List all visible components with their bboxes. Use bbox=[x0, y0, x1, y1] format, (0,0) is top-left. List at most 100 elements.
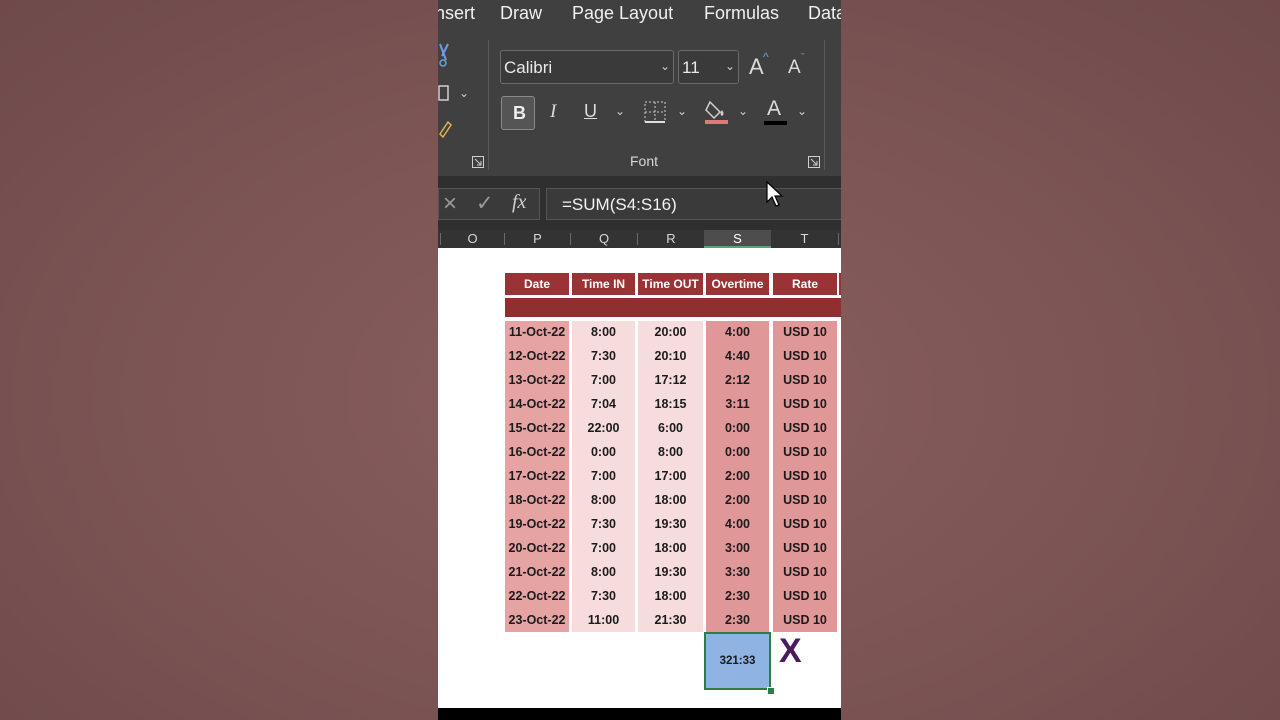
cell-rate[interactable]: USD 10 bbox=[773, 320, 837, 344]
cell-time-out[interactable]: 6:00 bbox=[638, 416, 703, 440]
cell-date[interactable]: 14-Oct-22 bbox=[505, 392, 569, 416]
cell-rate[interactable]: USD 10 bbox=[773, 392, 837, 416]
tab-draw[interactable]: Draw bbox=[500, 3, 542, 24]
cell-rate[interactable]: USD 10 bbox=[773, 608, 837, 632]
column-header-s[interactable]: S bbox=[704, 230, 771, 248]
formula-input[interactable]: =SUM(S4:S16) bbox=[546, 188, 841, 220]
cell-overtime[interactable]: 2:30 bbox=[706, 584, 769, 608]
cell-overtime[interactable]: 2:00 bbox=[706, 488, 769, 512]
cell-time-in[interactable]: 0:00 bbox=[572, 440, 635, 464]
cell-time-in[interactable]: 8:00 bbox=[572, 560, 635, 584]
tab-page-layout[interactable]: Page Layout bbox=[572, 3, 673, 24]
cell-date[interactable]: 23-Oct-22 bbox=[505, 608, 569, 632]
cell-time-out[interactable]: 19:30 bbox=[638, 560, 703, 584]
cell-time-out[interactable]: 17:00 bbox=[638, 464, 703, 488]
cell-overtime[interactable]: 2:30 bbox=[706, 608, 769, 632]
font-dialog-launcher-icon[interactable] bbox=[808, 156, 820, 168]
header-overtime[interactable]: Overtime bbox=[706, 273, 769, 295]
cell-date[interactable]: 18-Oct-22 bbox=[505, 488, 569, 512]
cell-time-in[interactable]: 8:00 bbox=[572, 488, 635, 512]
header-time-out[interactable]: Time OUT bbox=[638, 273, 703, 295]
header-next[interactable] bbox=[839, 273, 841, 295]
increase-font-size-icon[interactable]: A bbox=[749, 54, 764, 80]
cell-time-out[interactable]: 20:10 bbox=[638, 344, 703, 368]
cell-rate[interactable]: USD 10 bbox=[773, 560, 837, 584]
cell-time-out[interactable]: 18:00 bbox=[638, 488, 703, 512]
cell-time-in[interactable]: 7:00 bbox=[572, 368, 635, 392]
borders-chevron-down-icon[interactable]: ⌄ bbox=[677, 104, 687, 118]
cell-overtime[interactable]: 3:30 bbox=[706, 560, 769, 584]
italic-button[interactable]: I bbox=[550, 101, 556, 123]
cell-rate[interactable]: USD 10 bbox=[773, 488, 837, 512]
cell-overtime[interactable]: 4:40 bbox=[706, 344, 769, 368]
cell-rate[interactable]: USD 10 bbox=[773, 440, 837, 464]
bold-button[interactable]: B bbox=[501, 96, 535, 130]
cell-time-out[interactable]: 8:00 bbox=[638, 440, 703, 464]
cell-rate[interactable]: USD 10 bbox=[773, 536, 837, 560]
insert-function-icon[interactable]: fx bbox=[512, 191, 526, 214]
cell-date[interactable]: 21-Oct-22 bbox=[505, 560, 569, 584]
cell-time-in[interactable]: 7:00 bbox=[572, 464, 635, 488]
cell-time-in[interactable]: 7:30 bbox=[572, 512, 635, 536]
borders-icon[interactable] bbox=[644, 101, 666, 123]
enter-icon[interactable]: ✓ bbox=[476, 191, 494, 216]
cell-overtime[interactable]: 0:00 bbox=[706, 416, 769, 440]
cell-date[interactable]: 22-Oct-22 bbox=[505, 584, 569, 608]
cell-rate[interactable]: USD 10 bbox=[773, 464, 837, 488]
cell-time-in[interactable]: 7:00 bbox=[572, 536, 635, 560]
cell-time-in[interactable]: 22:00 bbox=[572, 416, 635, 440]
fill-handle[interactable] bbox=[767, 687, 775, 695]
fill-color-icon[interactable] bbox=[704, 98, 730, 126]
tab-insert[interactable]: nsert bbox=[438, 3, 475, 24]
cell-overtime[interactable]: 3:11 bbox=[706, 392, 769, 416]
column-header-t[interactable]: T bbox=[772, 230, 837, 248]
cell-overtime[interactable]: 2:12 bbox=[706, 368, 769, 392]
cell-time-in[interactable]: 7:30 bbox=[572, 344, 635, 368]
underline-button[interactable]: U bbox=[584, 101, 597, 122]
font-color-icon[interactable]: A bbox=[767, 97, 781, 121]
cell-overtime[interactable]: 0:00 bbox=[706, 440, 769, 464]
font-name-dropdown[interactable]: Calibri ⌄ bbox=[500, 50, 674, 84]
font-color-chevron-down-icon[interactable]: ⌄ bbox=[797, 104, 807, 118]
cell-time-out[interactable]: 18:15 bbox=[638, 392, 703, 416]
cell-time-in[interactable]: 8:00 bbox=[572, 320, 635, 344]
cancel-icon[interactable]: × bbox=[443, 190, 457, 218]
cell-time-out[interactable]: 17:12 bbox=[638, 368, 703, 392]
cell-rate[interactable]: USD 10 bbox=[773, 416, 837, 440]
column-header-q[interactable]: Q bbox=[571, 230, 637, 248]
cell-overtime[interactable]: 4:00 bbox=[706, 320, 769, 344]
copy-icon[interactable] bbox=[438, 84, 452, 104]
clipboard-launcher-icon[interactable] bbox=[472, 156, 484, 168]
cell-time-out[interactable]: 18:00 bbox=[638, 536, 703, 560]
font-size-dropdown[interactable]: 11 ⌄ bbox=[678, 50, 739, 84]
cell-rate[interactable]: USD 10 bbox=[773, 368, 837, 392]
cut-icon[interactable] bbox=[438, 42, 450, 68]
cell-date[interactable]: 20-Oct-22 bbox=[505, 536, 569, 560]
cell-time-in[interactable]: 11:00 bbox=[572, 608, 635, 632]
cell-date[interactable]: 15-Oct-22 bbox=[505, 416, 569, 440]
cell-overtime[interactable]: 3:00 bbox=[706, 536, 769, 560]
column-header-o[interactable]: O bbox=[441, 230, 504, 248]
cell-date[interactable]: 13-Oct-22 bbox=[505, 368, 569, 392]
cell-overtime[interactable]: 4:00 bbox=[706, 512, 769, 536]
tab-data[interactable]: Data bbox=[808, 3, 841, 24]
title-band[interactable] bbox=[505, 298, 841, 317]
header-rate[interactable]: Rate bbox=[773, 273, 837, 295]
cell-rate[interactable]: USD 10 bbox=[773, 584, 837, 608]
cell-overtime[interactable]: 2:00 bbox=[706, 464, 769, 488]
cell-rate[interactable]: USD 10 bbox=[773, 512, 837, 536]
fill-color-chevron-down-icon[interactable]: ⌄ bbox=[738, 104, 748, 118]
cell-date[interactable]: 16-Oct-22 bbox=[505, 440, 569, 464]
header-time-in[interactable]: Time IN bbox=[572, 273, 635, 295]
column-header-r[interactable]: R bbox=[638, 230, 704, 248]
cell-time-out[interactable]: 21:30 bbox=[638, 608, 703, 632]
underline-chevron-down-icon[interactable]: ⌄ bbox=[615, 104, 625, 118]
cell-date[interactable]: 12-Oct-22 bbox=[505, 344, 569, 368]
cell-rate[interactable]: USD 10 bbox=[773, 344, 837, 368]
header-date[interactable]: Date bbox=[505, 273, 569, 295]
column-header-p[interactable]: P bbox=[505, 230, 570, 248]
cell-time-in[interactable]: 7:30 bbox=[572, 584, 635, 608]
worksheet-grid[interactable]: Date Time IN Time OUT Overtime Rate 11-O… bbox=[438, 248, 841, 708]
format-painter-icon[interactable] bbox=[438, 118, 452, 138]
cell-date[interactable]: 17-Oct-22 bbox=[505, 464, 569, 488]
